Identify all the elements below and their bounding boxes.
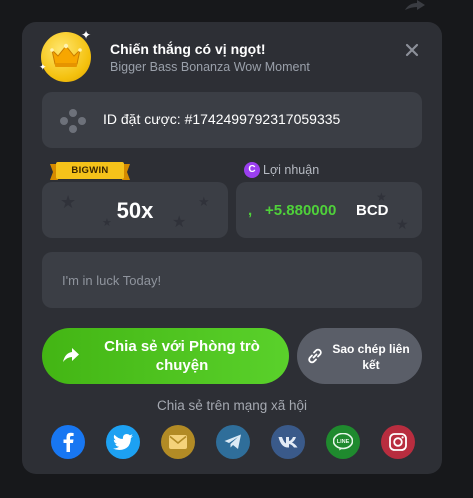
share-arrow-icon (63, 348, 79, 362)
bcd-coin-icon: C (244, 162, 260, 178)
modal-title: Chiến thắng có vị ngọt! (110, 41, 266, 57)
link-icon (308, 348, 322, 364)
crown-badge-icon: ✦ ✦ (39, 28, 91, 82)
bet-id-text: ID đặt cược: #1742499792317059335 (103, 111, 341, 127)
star-decoration-icon: ★ (396, 216, 409, 232)
copy-link-label: Sao chép liên kết (332, 342, 410, 372)
sparkle-icon: ✦ (39, 62, 47, 72)
big-win-share-modal: ✦ ✦ Chiến thắng có vị ngọt! Bigger Bass … (22, 22, 442, 474)
facebook-icon[interactable] (51, 425, 85, 459)
social-buttons-row: LINE (51, 425, 415, 459)
twitter-icon[interactable] (106, 425, 140, 459)
vk-icon[interactable] (271, 425, 305, 459)
profit-box: ★ ★ , +5.880000 BCD (236, 182, 422, 238)
profit-prefix: , (248, 202, 253, 219)
share-arrow-icon (405, 0, 425, 10)
share-to-chat-button[interactable]: Chia sẻ với Phòng trò chuyện (42, 328, 289, 384)
svg-text:LINE: LINE (337, 439, 350, 445)
modal-subtitle: Bigger Bass Bonanza Wow Moment (110, 60, 310, 74)
line-icon[interactable]: LINE (326, 425, 360, 459)
telegram-icon[interactable] (216, 425, 250, 459)
dice-icon (60, 109, 86, 133)
bigwin-badge: BIGWIN (50, 162, 130, 182)
profit-amount: +5.880000 (265, 202, 337, 219)
sparkle-icon: ✦ (81, 28, 92, 42)
multiplier-box: ★ ★ ★ ★ 50x (42, 182, 228, 238)
profit-currency: BCD (356, 202, 389, 219)
share-message-input[interactable] (42, 252, 422, 308)
profit-label: Lợi nhuận (263, 163, 320, 177)
bet-id-field: ID đặt cược: #1742499792317059335 (42, 92, 422, 148)
close-icon[interactable] (404, 42, 420, 58)
copy-link-button[interactable]: Sao chép liên kết (297, 328, 422, 384)
email-icon[interactable] (161, 425, 195, 459)
share-to-chat-label: Chia sẻ với Phòng trò chuyện (104, 338, 260, 374)
social-share-label: Chia sẻ trên mạng xã hội (156, 398, 308, 413)
multiplier-value: 50x (116, 198, 154, 223)
bigwin-label: BIGWIN (71, 165, 109, 176)
instagram-icon[interactable] (381, 425, 415, 459)
